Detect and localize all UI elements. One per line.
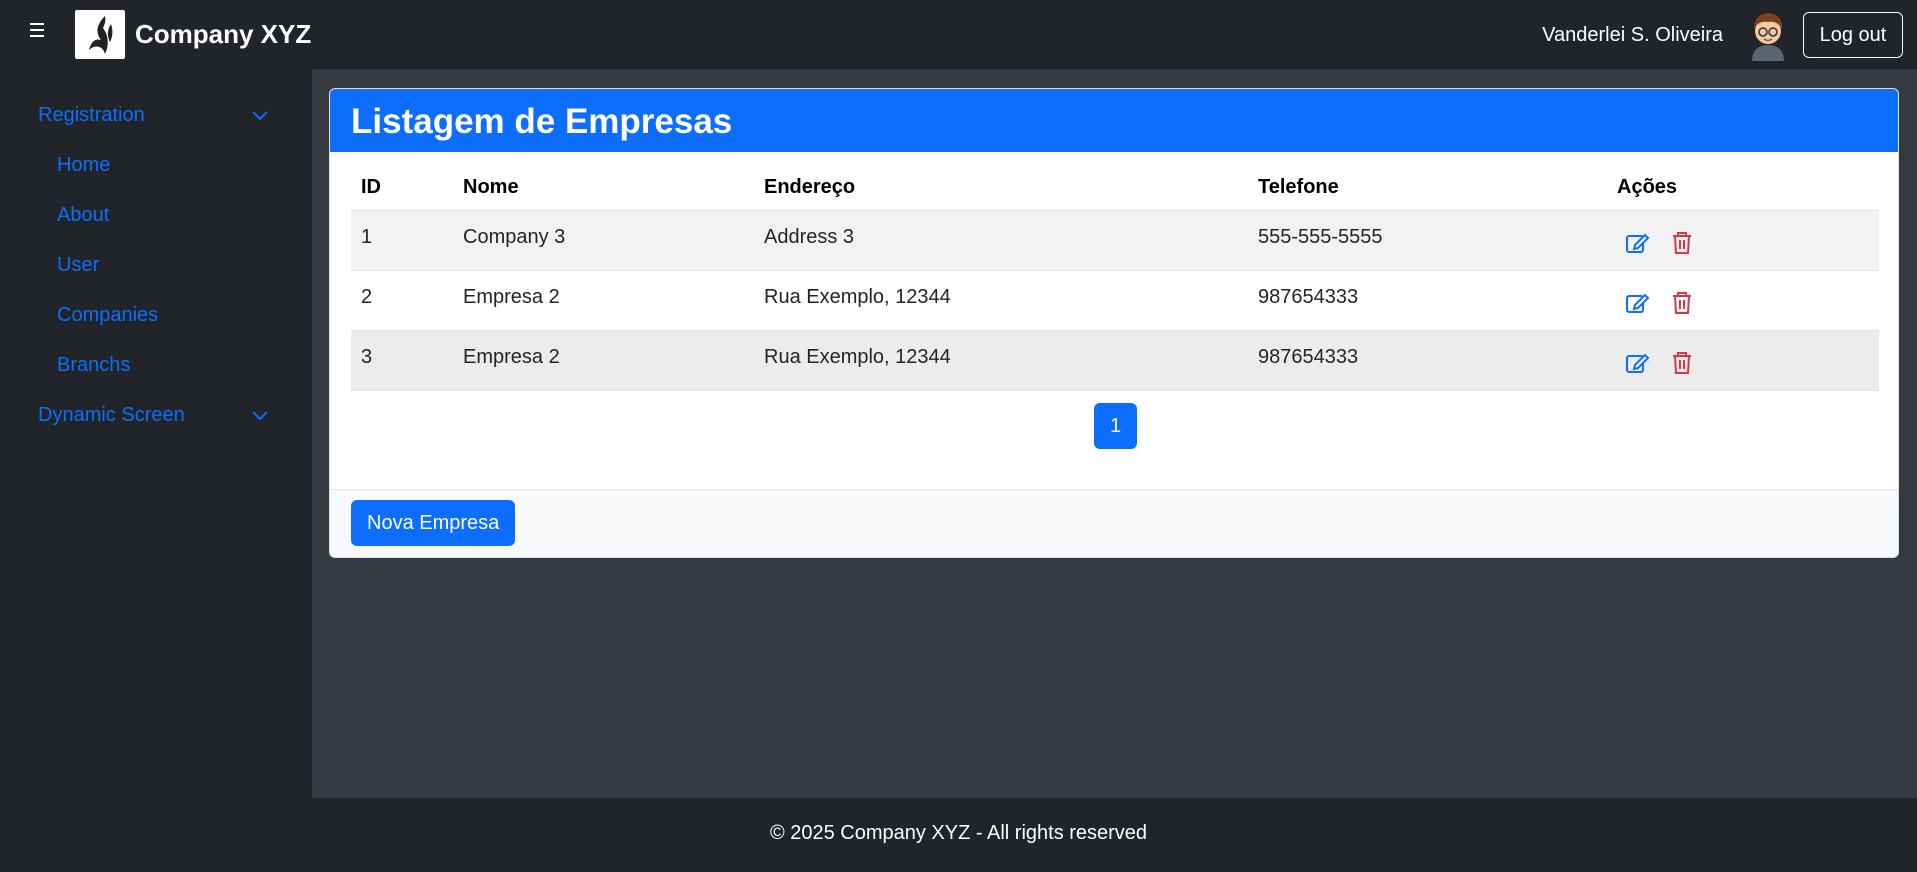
top-navbar: Company XYZ Vanderlei S. Oliveira Log ou… <box>0 0 1917 69</box>
logo-icon[interactable] <box>75 10 125 59</box>
sidebar-item-branchs[interactable]: Branchs <box>57 354 130 377</box>
chevron-down-icon[interactable] <box>250 405 270 425</box>
edit-icon[interactable] <box>1624 290 1650 316</box>
new-company-button[interactable]: Nova Empresa <box>351 500 516 546</box>
edit-icon[interactable] <box>1624 350 1650 376</box>
cell-id: 2 <box>361 286 373 308</box>
cell-nome: Empresa 2 <box>463 286 560 308</box>
trash-icon[interactable] <box>1669 290 1695 316</box>
avatar[interactable] <box>1746 9 1790 61</box>
column-header-telefone: Telefone <box>1258 176 1339 198</box>
cell-endereco: Rua Exemplo, 12344 <box>764 346 951 368</box>
sidebar-section-dynamic-screen[interactable]: Dynamic Screen <box>38 404 185 427</box>
brand-name[interactable]: Company XYZ <box>135 19 311 50</box>
sidebar: Registration Home About User Companies B… <box>0 69 312 798</box>
user-name: Vanderlei S. Oliveira <box>1542 24 1723 46</box>
cell-nome: Company 3 <box>463 226 566 248</box>
card-footer: Nova Empresa <box>330 489 1898 557</box>
sidebar-item-home[interactable]: Home <box>57 154 110 177</box>
column-header-endereco: Endereço <box>764 176 856 198</box>
pagination-page-1[interactable]: 1 <box>1094 403 1137 449</box>
table-row: 2 Empresa 2 Rua Exemplo, 12344 987654333 <box>351 271 1879 331</box>
column-header-id: ID <box>361 176 381 198</box>
column-header-acoes: Ações <box>1617 176 1678 198</box>
cell-telefone: 555-555-5555 <box>1258 226 1383 248</box>
page-footer: © 2025 Company XYZ - All rights reserved <box>0 798 1917 872</box>
cell-id: 3 <box>361 346 373 368</box>
cell-endereco: Rua Exemplo, 12344 <box>764 286 951 308</box>
cell-id: 1 <box>361 226 373 248</box>
sidebar-item-about[interactable]: About <box>57 204 109 227</box>
cell-telefone: 987654333 <box>1258 346 1359 368</box>
trash-icon[interactable] <box>1669 230 1695 256</box>
sidebar-item-user[interactable]: User <box>57 254 99 277</box>
copyright-text: © 2025 Company XYZ - All rights reserved <box>769 822 1148 844</box>
card-header: Listagem de Empresas <box>330 89 1898 152</box>
page-title: Listagem de Empresas <box>351 102 733 141</box>
cell-nome: Empresa 2 <box>463 346 560 368</box>
cell-endereco: Address 3 <box>764 226 855 248</box>
cell-telefone: 987654333 <box>1258 286 1359 308</box>
companies-card: Listagem de Empresas ID Nome Endereço Te… <box>329 88 1899 558</box>
table-row: 1 Company 3 Address 3 555-555-5555 <box>351 211 1879 271</box>
trash-icon[interactable] <box>1669 350 1695 376</box>
chevron-down-icon[interactable] <box>250 105 270 125</box>
edit-icon[interactable] <box>1624 230 1650 256</box>
sidebar-section-registration[interactable]: Registration <box>38 104 145 127</box>
table-row: 3 Empresa 2 Rua Exemplo, 12344 987654333 <box>351 331 1879 391</box>
logout-button[interactable]: Log out <box>1803 12 1903 58</box>
column-header-nome: Nome <box>463 176 519 198</box>
sidebar-item-companies[interactable]: Companies <box>57 304 158 327</box>
hamburger-menu-icon[interactable] <box>30 23 48 41</box>
